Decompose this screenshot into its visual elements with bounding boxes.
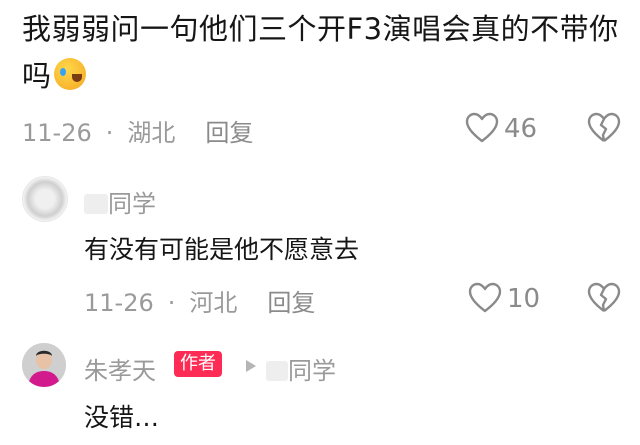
reply1-meta: 11-26 · 河北 回复 bbox=[84, 289, 316, 317]
comment-text-content: 我弱弱问一句他们三个开F3演唱会真的不带你吗 bbox=[22, 12, 619, 93]
comment-text: 我弱弱问一句他们三个开F3演唱会真的不带你吗 bbox=[22, 6, 622, 100]
comment-meta: 11-26 · 湖北 回复 bbox=[22, 119, 254, 147]
reply2-reply-to[interactable]: 同学 bbox=[266, 351, 336, 386]
reply2-text: 没错… bbox=[84, 403, 160, 432]
reply-arrow-icon bbox=[246, 360, 256, 372]
reply1-username-blur bbox=[84, 194, 108, 214]
reply2-avatar[interactable] bbox=[22, 343, 66, 387]
comment-heart-icon[interactable] bbox=[465, 112, 499, 144]
comment-date: 11-26 bbox=[22, 119, 92, 147]
reply1-date: 11-26 bbox=[84, 289, 154, 317]
reply2-reply-to-blur bbox=[266, 361, 288, 381]
comment-reply-button[interactable]: 回复 bbox=[205, 119, 253, 147]
reply1-avatar[interactable] bbox=[22, 176, 68, 222]
author-badge-label: 作者 bbox=[174, 351, 222, 377]
reply1-heart-icon[interactable] bbox=[468, 282, 502, 314]
reply1-username[interactable]: 同学 bbox=[84, 184, 156, 219]
author-badge: 作者 bbox=[174, 351, 222, 377]
comment-location: 湖北 bbox=[127, 119, 176, 147]
reply2-username[interactable]: 朱孝天 bbox=[84, 351, 156, 386]
reply2-reply-to-text: 同学 bbox=[288, 357, 336, 385]
laughing-tears-emoji-icon bbox=[53, 58, 86, 90]
person-avatar-icon bbox=[22, 343, 66, 387]
reply1-location: 河北 bbox=[189, 289, 238, 317]
reply1-text: 有没有可能是他不愿意去 bbox=[84, 235, 360, 264]
comment-dislike-icon[interactable] bbox=[587, 112, 621, 144]
reply1-reply-button[interactable]: 回复 bbox=[267, 289, 315, 317]
reply1-dislike-icon[interactable] bbox=[587, 282, 621, 314]
comment-like-count: 46 bbox=[504, 114, 538, 144]
reply1-username-text: 同学 bbox=[108, 190, 156, 218]
reply1-like-count: 10 bbox=[507, 284, 541, 314]
